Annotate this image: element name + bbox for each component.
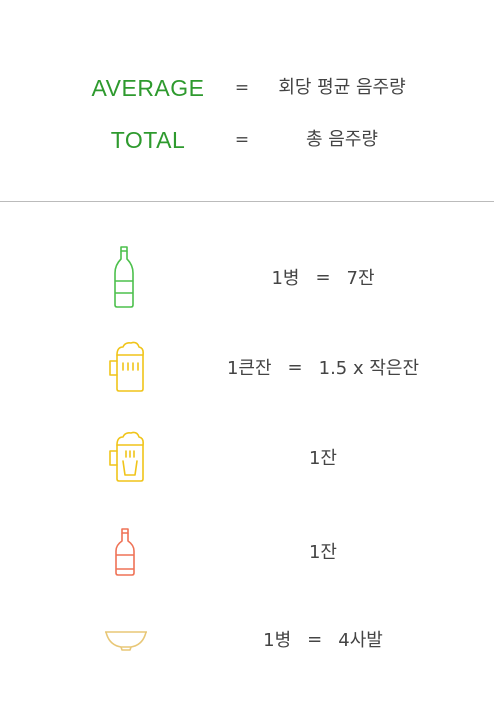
formula-right: 1.5 x 작은잔 xyxy=(318,358,420,379)
beer-mug-icon xyxy=(95,327,159,407)
formula-beer-glass: 1잔 xyxy=(170,417,476,497)
formula-left: 1병 xyxy=(271,268,300,289)
conversion-row-makgeolli: 1병 = 4사발 xyxy=(0,599,494,679)
total-term: TOTAL xyxy=(110,127,186,153)
conversion-row-beer-glass: 1잔 xyxy=(0,417,494,497)
average-equals: = xyxy=(234,78,250,98)
formula-right: 7잔 xyxy=(346,268,375,289)
legend-total-row: TOTAL = 총 음주량 xyxy=(0,120,494,160)
conversion-row-wine: 1잔 xyxy=(0,511,494,591)
formula-makgeolli: 1병 = 4사발 xyxy=(170,599,476,679)
average-term: AVERAGE xyxy=(91,75,205,101)
formula-wine: 1잔 xyxy=(170,511,476,591)
legend: AVERAGE = 회당 평균 음주량 TOTAL = 총 음주량 xyxy=(0,0,494,200)
divider xyxy=(0,201,494,202)
formula-equals: = xyxy=(307,628,323,650)
formula-soju: 1병 = 7잔 xyxy=(170,237,476,317)
formula-equals: = xyxy=(287,356,303,378)
makgeolli-bowl-icon xyxy=(95,599,159,679)
formula-left: 1병 xyxy=(263,630,292,651)
formula-left: 1큰잔 xyxy=(226,358,272,379)
formula-right: 4사발 xyxy=(338,630,383,651)
formula-left: 1잔 xyxy=(308,542,337,563)
legend-average-row: AVERAGE = 회당 평균 음주량 xyxy=(0,68,494,108)
formula-beer-large: 1큰잔 = 1.5 x 작은잔 xyxy=(170,327,476,407)
wine-bottle-icon xyxy=(95,511,159,591)
beer-mug-glass-icon xyxy=(95,417,159,497)
conversion-row-beer-large: 1큰잔 = 1.5 x 작은잔 xyxy=(0,327,494,407)
formula-left: 1잔 xyxy=(308,448,337,469)
average-definition: 회당 평균 음주량 xyxy=(278,77,406,98)
formula-equals: = xyxy=(315,266,331,288)
total-equals: = xyxy=(234,130,250,150)
conversion-row-soju: 1병 = 7잔 xyxy=(0,237,494,317)
total-definition: 총 음주량 xyxy=(306,129,378,150)
soju-bottle-icon xyxy=(95,237,159,317)
